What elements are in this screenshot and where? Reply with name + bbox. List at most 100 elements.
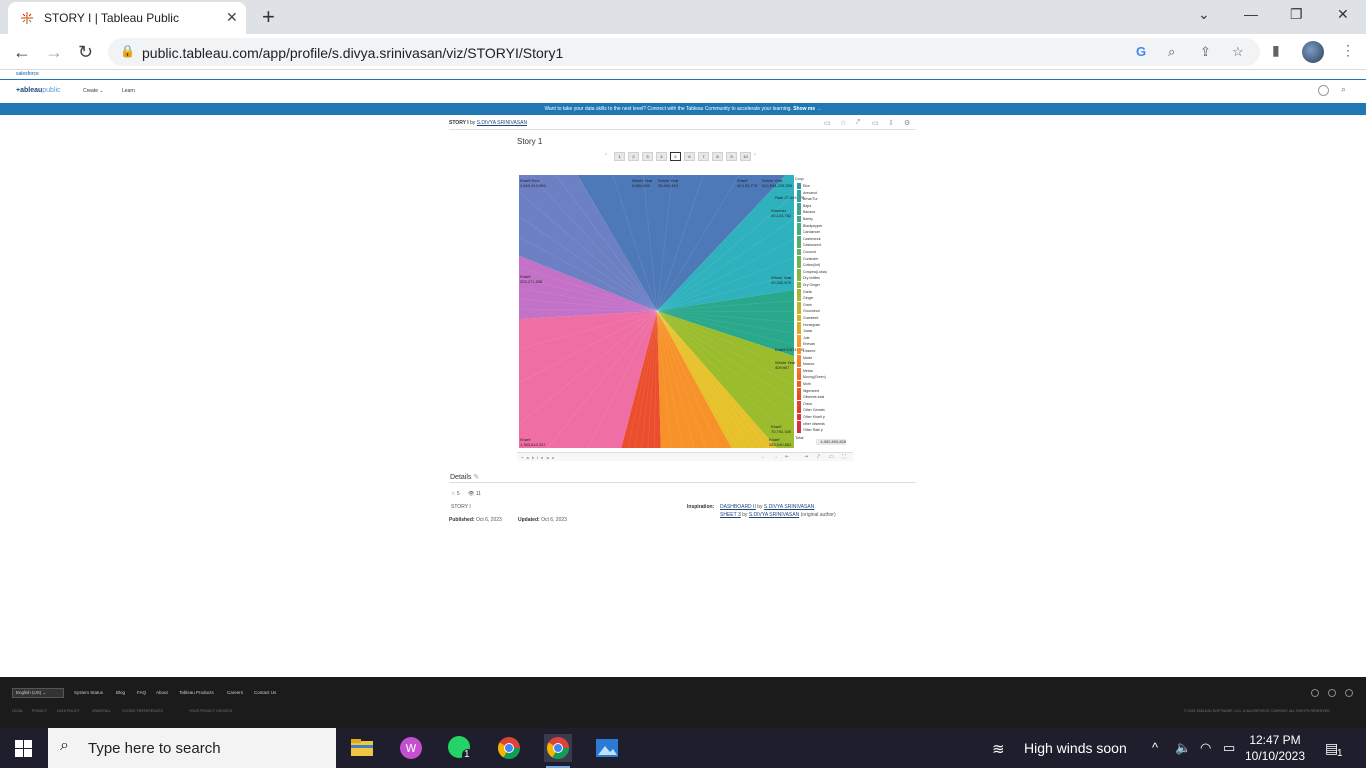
footer-link[interactable]: FAQ bbox=[137, 690, 146, 695]
side-panel-icon[interactable]: ▮ bbox=[1272, 42, 1280, 59]
legend-item[interactable]: Oilseeds total bbox=[797, 394, 849, 401]
restore-icon[interactable]: ❐ bbox=[1290, 6, 1303, 23]
nav-learn[interactable]: Learn bbox=[122, 88, 135, 94]
inspiration-1-title[interactable]: DASHBOARD II bbox=[720, 504, 756, 510]
legend-item[interactable]: Banana bbox=[797, 209, 849, 216]
legend-item[interactable]: Ginger bbox=[797, 295, 849, 302]
comment-toolbar-icon[interactable]: ▭ bbox=[829, 454, 834, 460]
footer-link[interactable]: Blog bbox=[116, 690, 125, 695]
back-icon[interactable]: ← bbox=[13, 42, 31, 63]
story-point-10[interactable]: 10 bbox=[740, 152, 751, 161]
legend-item[interactable]: Moth bbox=[797, 381, 849, 387]
zoom-icon[interactable]: ⌕ bbox=[1168, 44, 1175, 60]
close-tab-icon[interactable]: ✕ bbox=[226, 9, 238, 26]
story-point-3[interactable]: 3 bbox=[642, 152, 653, 161]
legend-item[interactable]: Jowar bbox=[797, 328, 849, 335]
story-point-9[interactable]: 9 bbox=[726, 152, 737, 161]
legend-item[interactable]: Arecanut bbox=[797, 189, 849, 196]
legend-item[interactable]: other oilseeds bbox=[797, 420, 849, 427]
reset-icon[interactable]: ⇥ bbox=[804, 454, 808, 460]
show-hidden-icons[interactable]: ^ bbox=[1152, 740, 1158, 755]
legend-item[interactable]: Moong(Green) bbox=[797, 374, 849, 381]
viz-author-link[interactable]: S.DIVYA SRINIVASAN bbox=[477, 120, 527, 126]
footer-legal-link[interactable]: UNINSTALL bbox=[92, 709, 111, 713]
details-heading[interactable]: Details ✎ bbox=[450, 473, 479, 481]
legend-item[interactable]: Garlic bbox=[797, 288, 849, 295]
share-icon[interactable]: ⇪ bbox=[1200, 44, 1211, 60]
legend-item[interactable]: Other Kharif p bbox=[797, 414, 849, 420]
banner-cta[interactable]: Show me → bbox=[793, 106, 821, 112]
language-select[interactable]: English (US) ⌄ bbox=[12, 688, 64, 698]
story-prev-icon[interactable]: ‹ bbox=[605, 152, 607, 158]
story-point-6[interactable]: 6 bbox=[684, 152, 695, 161]
story-point-5[interactable]: 5 bbox=[670, 152, 681, 161]
windows-start-icon[interactable] bbox=[15, 740, 32, 757]
tab-search-icon[interactable]: ⌄ bbox=[1198, 6, 1210, 23]
legend-item[interactable]: Gram bbox=[797, 301, 849, 308]
legend-item[interactable]: Bajra bbox=[797, 202, 849, 209]
undo-icon[interactable]: ← bbox=[761, 454, 766, 460]
settings-icon[interactable]: ⚙ bbox=[904, 119, 910, 127]
footer-legal-link[interactable]: YOUR PRIVACY CHOICES bbox=[189, 709, 232, 713]
inspiration-2-title[interactable]: SHEET 3 bbox=[720, 512, 741, 518]
footer-link[interactable]: Tableau Products bbox=[179, 690, 214, 695]
legend-item[interactable]: Linseed bbox=[797, 348, 849, 354]
legend-item[interactable]: Groundnut bbox=[797, 308, 849, 315]
legend-item[interactable]: Other Rabi p bbox=[797, 427, 849, 434]
wps-office-icon[interactable]: W bbox=[397, 734, 425, 762]
legend-item[interactable]: Dry chillies bbox=[797, 275, 849, 282]
legend-item[interactable]: Guarseed bbox=[797, 315, 849, 321]
facebook-icon[interactable] bbox=[1328, 689, 1336, 697]
legend-item[interactable]: Barley bbox=[797, 216, 849, 222]
url-text[interactable]: public.tableau.com/app/profile/s.divya.s… bbox=[142, 45, 563, 61]
legend-item[interactable]: Jute bbox=[797, 334, 849, 341]
close-window-icon[interactable]: ✕ bbox=[1337, 6, 1349, 23]
youtube-icon[interactable] bbox=[1311, 689, 1319, 697]
footer-legal-link[interactable]: PRIVACY bbox=[32, 709, 47, 713]
wifi-icon[interactable]: ◠ bbox=[1200, 740, 1211, 756]
footer-link[interactable]: About bbox=[156, 690, 168, 695]
favorite-star-icon[interactable]: ☆ bbox=[840, 119, 846, 127]
story-next-icon[interactable]: › bbox=[754, 152, 756, 158]
legend-item[interactable]: Masoor bbox=[797, 361, 849, 368]
google-icon[interactable]: G bbox=[1136, 44, 1146, 59]
download-icon[interactable]: ⇩ bbox=[888, 119, 894, 127]
share-toolbar-icon[interactable]: ⤤ bbox=[817, 454, 820, 460]
story-point-2[interactable]: 2 bbox=[628, 152, 639, 161]
user-icon[interactable] bbox=[1318, 85, 1329, 96]
legend-item[interactable]: Cowpea(Lobia) bbox=[797, 268, 849, 275]
search-icon[interactable]: ⌕ bbox=[1341, 84, 1346, 95]
legend-item[interactable]: Castorseed bbox=[797, 242, 849, 249]
legend-item[interactable]: Nigerseed bbox=[797, 387, 849, 394]
legend-item[interactable]: Coriander bbox=[797, 255, 849, 262]
pie-chart[interactable] bbox=[519, 175, 794, 448]
footer-link[interactable]: Careers bbox=[227, 690, 243, 695]
whatsapp-icon[interactable]: 1 bbox=[446, 734, 474, 762]
tableau-public-logo[interactable]: +ableaupublic bbox=[16, 87, 61, 94]
story-point-8[interactable]: 8 bbox=[712, 152, 723, 161]
legend-item[interactable]: Cotton(lint) bbox=[797, 262, 849, 269]
reload-icon[interactable]: ↻ bbox=[78, 42, 93, 63]
profile-avatar[interactable] bbox=[1302, 41, 1324, 63]
share-viz-icon[interactable]: ⤤ bbox=[856, 119, 860, 127]
menu-kebab-icon[interactable]: ⋮ bbox=[1341, 42, 1355, 59]
weather-wind-icon[interactable]: ≋ bbox=[992, 740, 1005, 758]
story-point-4[interactable]: 4 bbox=[656, 152, 667, 161]
inspiration-2-author[interactable]: S.DIVYA SRINIVASAN bbox=[749, 512, 799, 518]
taskbar-search[interactable]: ⌕ Type here to search bbox=[48, 728, 336, 768]
legend-item[interactable]: Khesari bbox=[797, 341, 849, 348]
photos-icon[interactable] bbox=[593, 734, 621, 762]
address-bar[interactable]: 🔒 public.tableau.com/app/profile/s.divya… bbox=[108, 38, 1260, 66]
battery-icon[interactable]: ▭ bbox=[1223, 740, 1235, 756]
story-point-1[interactable]: 1 bbox=[614, 152, 625, 161]
salesforce-logo[interactable]: salesforce bbox=[16, 71, 39, 77]
chrome-icon[interactable] bbox=[495, 734, 523, 762]
footer-legal-link[interactable]: LEGAL bbox=[12, 709, 23, 713]
edit-icon[interactable]: ✎ bbox=[473, 474, 479, 481]
footer-link[interactable]: Contact Us bbox=[254, 690, 276, 695]
legend-item[interactable]: Cardamom bbox=[797, 229, 849, 236]
footer-legal-link[interactable]: COOKIE PREFERENCES bbox=[122, 709, 163, 713]
legend-item[interactable]: Cashewnut bbox=[797, 235, 849, 242]
revert-icon[interactable]: ⇤ bbox=[785, 454, 789, 460]
inspiration-1-author[interactable]: S.DIVYA SRINIVASAN bbox=[764, 504, 814, 510]
